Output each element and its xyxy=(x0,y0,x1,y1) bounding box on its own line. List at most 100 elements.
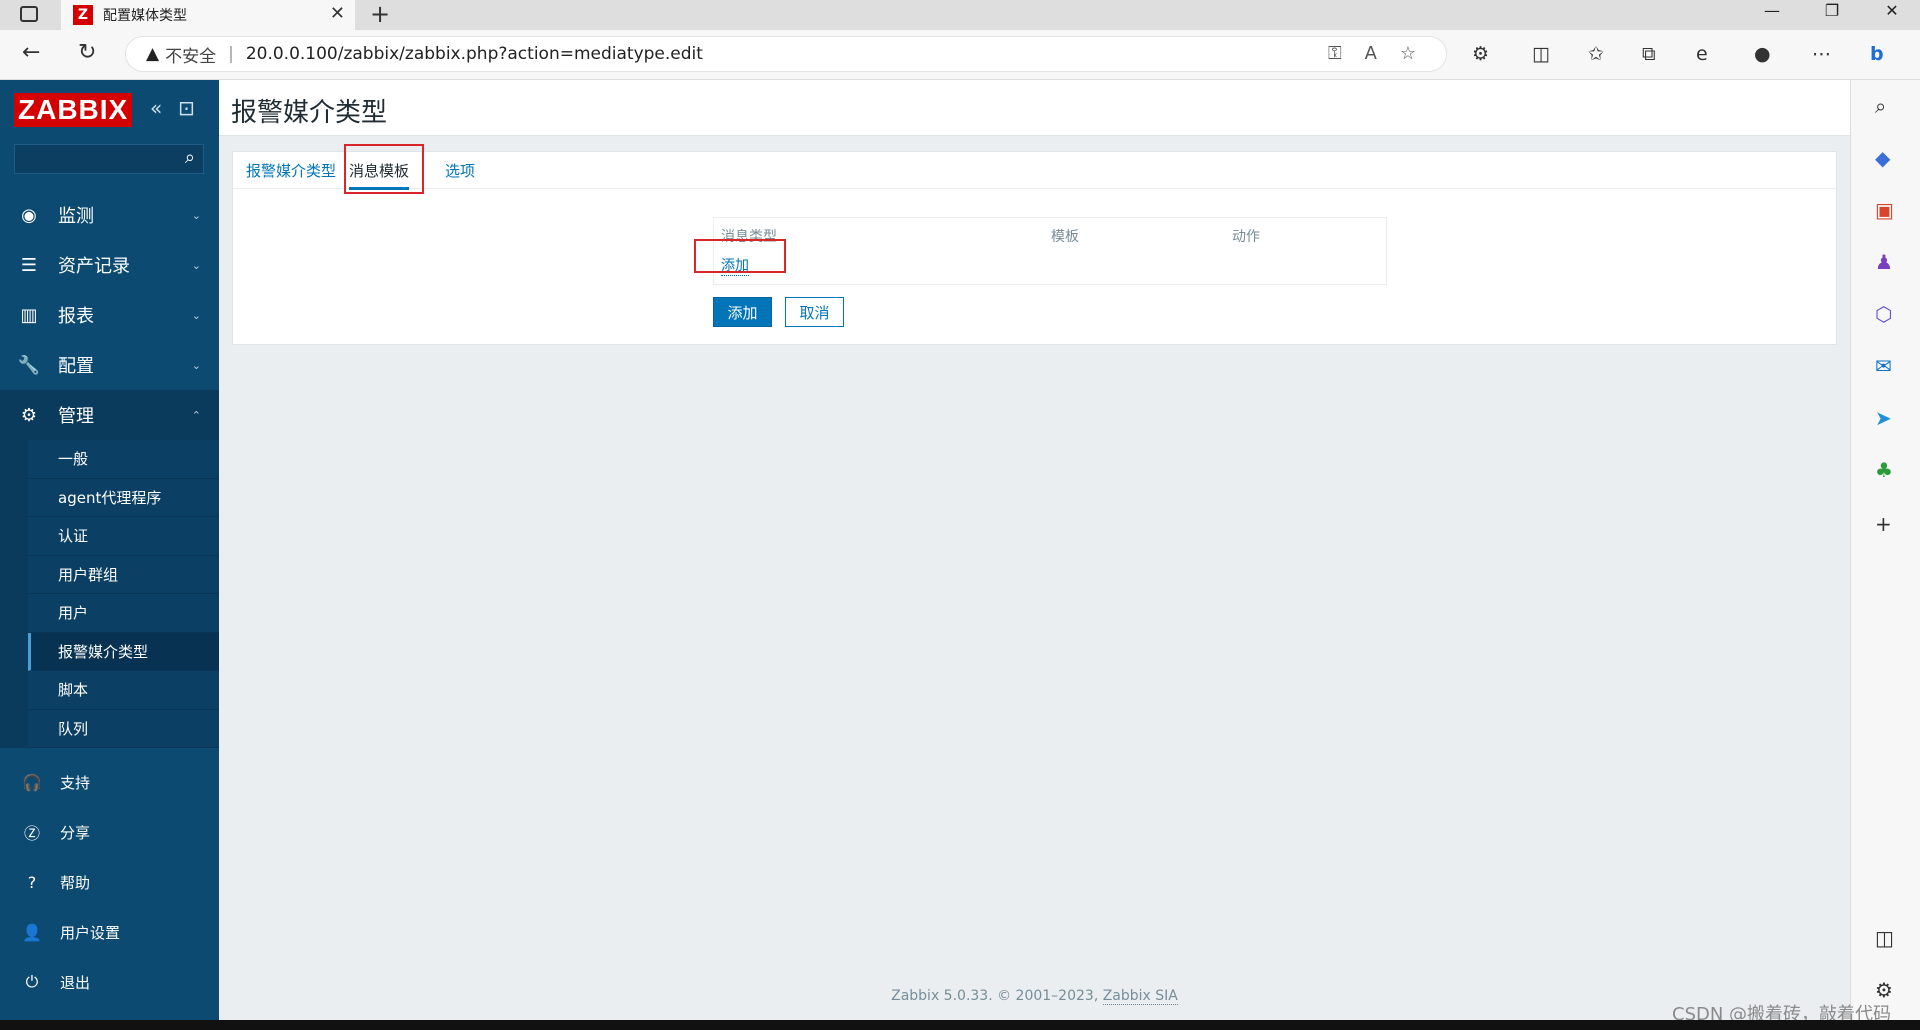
menu-signout[interactable]: ⏻ 退出 xyxy=(0,957,219,1007)
sidebar-search-input[interactable]: ⌕ xyxy=(14,144,204,174)
favorites-icon[interactable]: ✩ xyxy=(1588,43,1604,65)
send-icon[interactable]: ➤ xyxy=(1875,406,1892,430)
menu-label: 分享 xyxy=(60,823,91,842)
address-bar-row: ← ↻ ▲ 不安全 | 20.0.0.100/zabbix/zabbix.php… xyxy=(0,30,1920,80)
tab-media-type[interactable]: 报警媒介类型 xyxy=(246,160,336,181)
add-button[interactable]: 添加 xyxy=(713,297,772,327)
sidebar-toggle-icon[interactable]: ◫ xyxy=(1875,926,1894,950)
highlight-box-add xyxy=(694,239,786,273)
menu-label: 退出 xyxy=(60,973,91,992)
browser-tab-bar: Z 配置媒体类型 ✕ + — ❐ ✕ xyxy=(0,0,1920,30)
zabbix-favicon-icon: Z xyxy=(73,5,93,25)
menu-configuration[interactable]: 🔧 配置 ⌄ xyxy=(0,340,219,390)
new-tab-button[interactable]: + xyxy=(370,0,390,28)
tab-options[interactable]: 选项 xyxy=(445,160,475,181)
menu-label: 配置 xyxy=(58,356,94,377)
browser-side-panel: ⌕ ◆ ▣ ♟ ⬡ ✉ ➤ ♣ + ◫ ⚙ xyxy=(1850,80,1920,1020)
column-header-action: 动作 xyxy=(1232,229,1260,245)
toolbox-icon[interactable]: ▣ xyxy=(1875,198,1894,222)
chevron-down-icon: ⌄ xyxy=(191,358,201,372)
security-label: 不安全 xyxy=(165,46,217,67)
url-actions: ⚿ A ☆ xyxy=(1328,43,1416,64)
zabbix-logo[interactable]: ZABBIX xyxy=(14,93,133,127)
submenu-authentication[interactable]: 认证 xyxy=(28,517,219,556)
page-footer: Zabbix 5.0.33. © 2001–2023, Zabbix SIA xyxy=(219,988,1850,1005)
sidebar-bottom-menu: 🎧 支持 Ⓩ 分享 ? 帮助 👤 用户设置 ⏻ 退出 xyxy=(0,757,219,1007)
profile-avatar-icon[interactable]: ● xyxy=(1754,43,1771,65)
tree-icon[interactable]: ♣ xyxy=(1875,458,1893,482)
submenu-general[interactable]: 一般 xyxy=(28,440,219,479)
menu-label: 帮助 xyxy=(60,873,91,892)
restore-button[interactable]: ❐ xyxy=(1802,0,1862,30)
user-icon: 👤 xyxy=(22,922,42,942)
menu-monitoring[interactable]: ◉ 监测 ⌄ xyxy=(0,190,219,240)
submenu-scripts[interactable]: 脚本 xyxy=(28,671,219,710)
menu-reports[interactable]: ▥ 报表 ⌄ xyxy=(0,290,219,340)
footer-text: Zabbix 5.0.33. © 2001–2023, xyxy=(891,988,1103,1004)
headset-icon: 🎧 xyxy=(22,772,42,792)
menu-administration[interactable]: ⚙ 管理 ⌃ xyxy=(0,390,219,440)
submenu-queue[interactable]: 队列 xyxy=(28,709,219,748)
games-icon[interactable]: ♟ xyxy=(1875,250,1893,274)
collections-icon[interactable]: ⧉ xyxy=(1642,43,1656,65)
form-panel: 报警媒介类型 消息模板 选项 消息类型 模板 动作 添加 添加 取消 xyxy=(232,144,1837,345)
url-text: 20.0.0.100/zabbix/zabbix.php?action=medi… xyxy=(245,44,703,64)
more-menu-icon[interactable]: ⋯ xyxy=(1812,43,1831,65)
close-window-button[interactable]: ✕ xyxy=(1862,0,1920,30)
menu-label: 支持 xyxy=(60,773,91,792)
collapse-sidebar-icon[interactable]: « xyxy=(150,96,162,120)
close-tab-icon[interactable]: ✕ xyxy=(330,3,345,24)
main-content: 报警媒介类型 报警媒介类型 消息模板 选项 消息类型 模板 动作 添加 添加 取… xyxy=(219,80,1850,1020)
page-title: 报警媒介类型 xyxy=(231,98,388,128)
chevron-up-icon: ⌃ xyxy=(191,408,201,422)
submenu-users[interactable]: 用户 xyxy=(28,594,219,633)
list-icon: ☰ xyxy=(20,254,38,276)
eye-icon: ◉ xyxy=(21,204,37,226)
bing-icon[interactable]: b xyxy=(1870,43,1884,65)
share-icon: Ⓩ xyxy=(23,824,40,843)
main-menu: ◉ 监测 ⌄ ☰ 资产记录 ⌄ ▥ 报表 ⌄ 🔧 配置 ⌄ ⚙ 管理 ⌃ 一般 … xyxy=(0,190,219,748)
highlight-box-tab xyxy=(344,144,424,194)
minimize-button[interactable]: — xyxy=(1742,0,1802,30)
extensions-icon[interactable]: ⚙ xyxy=(1472,43,1489,65)
gear-icon: ⚙ xyxy=(20,404,38,426)
favorite-add-icon[interactable]: ☆ xyxy=(1400,43,1416,64)
url-field[interactable]: ▲ 不安全 | 20.0.0.100/zabbix/zabbix.php?act… xyxy=(125,36,1447,72)
menu-label: 用户设置 xyxy=(60,923,121,942)
search-icon[interactable]: ⌕ xyxy=(185,147,195,168)
split-screen-icon[interactable]: ◫ xyxy=(1532,43,1550,65)
tab-actions-icon[interactable] xyxy=(20,6,38,22)
menu-help[interactable]: ? 帮助 xyxy=(0,857,219,907)
submenu-user-groups[interactable]: 用户群组 xyxy=(28,555,219,594)
refresh-icon[interactable]: ↻ xyxy=(78,40,96,65)
menu-support[interactable]: 🎧 支持 xyxy=(0,757,219,807)
cancel-button[interactable]: 取消 xyxy=(785,297,844,327)
browser-tab[interactable]: Z 配置媒体类型 ✕ xyxy=(61,0,355,30)
back-arrow-icon[interactable]: ← xyxy=(22,40,40,65)
submenu-media-types[interactable]: 报警媒介类型 xyxy=(28,632,219,671)
add-icon[interactable]: + xyxy=(1875,512,1892,536)
settings-icon[interactable]: ⚙ xyxy=(1875,978,1893,1002)
taskbar-strip xyxy=(0,1020,1920,1030)
chart-icon: ▥ xyxy=(20,304,38,326)
power-icon: ⏻ xyxy=(25,972,39,991)
menu-share[interactable]: Ⓩ 分享 xyxy=(0,807,219,857)
read-aloud-icon[interactable]: A xyxy=(1365,43,1377,64)
zabbix-sidebar: ZABBIX « ⊡ ⌕ ◉ 监测 ⌄ ☰ 资产记录 ⌄ ▥ 报表 ⌄ 🔧 配置… xyxy=(0,80,219,1020)
outlook-icon[interactable]: ✉ xyxy=(1875,354,1892,378)
search-icon[interactable]: ⌕ xyxy=(1875,94,1886,118)
key-icon[interactable]: ⚿ xyxy=(1328,43,1342,64)
warning-icon: ▲ xyxy=(146,44,160,64)
menu-inventory[interactable]: ☰ 资产记录 ⌄ xyxy=(0,240,219,290)
menu-user-settings[interactable]: 👤 用户设置 xyxy=(0,907,219,957)
form-tabs: 报警媒介类型 消息模板 选项 xyxy=(233,152,1836,190)
help-icon: ? xyxy=(27,872,37,892)
office-icon[interactable]: ⬡ xyxy=(1875,302,1892,326)
page-header: 报警媒介类型 xyxy=(219,80,1850,136)
submenu-proxies[interactable]: agent代理程序 xyxy=(28,478,219,517)
footer-link[interactable]: Zabbix SIA xyxy=(1102,988,1178,1005)
tab-title: 配置媒体类型 xyxy=(103,8,187,24)
kiosk-mode-icon[interactable]: ⊡ xyxy=(178,96,195,120)
tag-icon[interactable]: ◆ xyxy=(1875,146,1890,170)
edge-icon[interactable]: e xyxy=(1696,43,1708,65)
